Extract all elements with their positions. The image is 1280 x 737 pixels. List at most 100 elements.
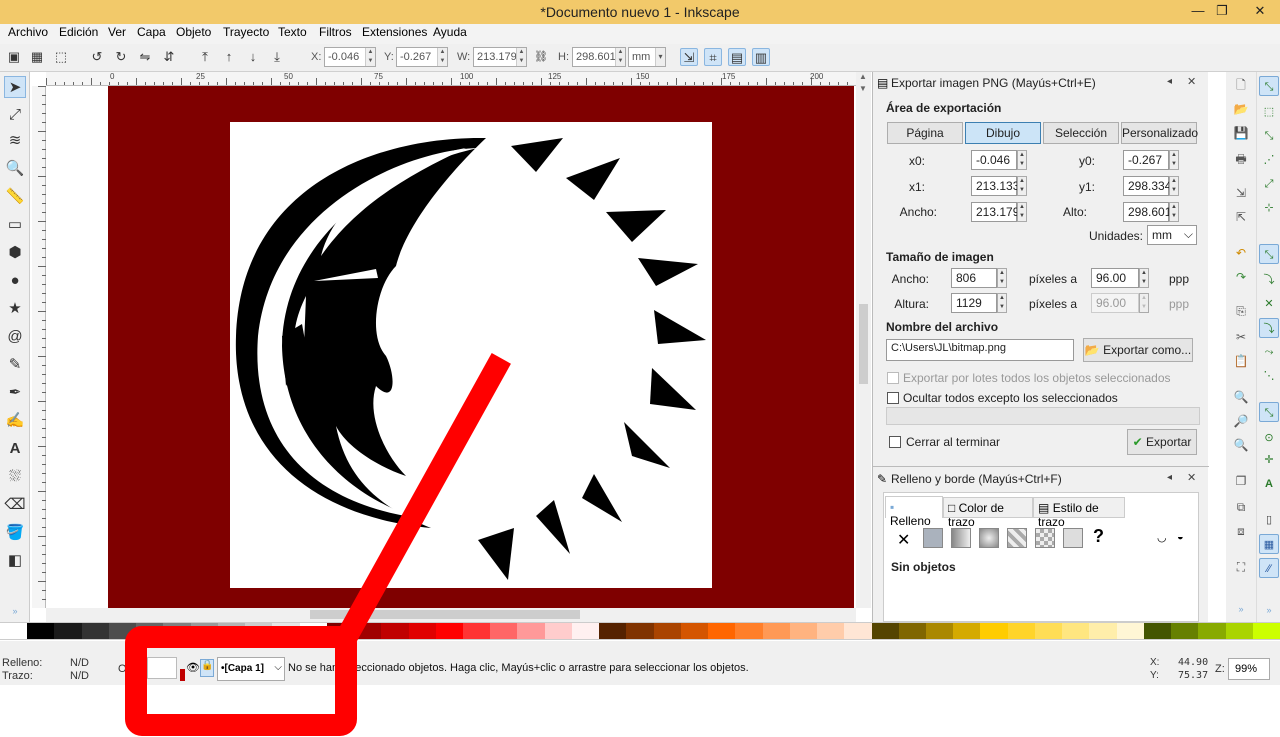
menu-ayuda[interactable]: Ayuda xyxy=(433,25,467,39)
no-paint-icon[interactable]: ✕ xyxy=(897,530,910,550)
scale-corners-icon[interactable]: ⌗ xyxy=(704,48,722,66)
lower-to-bottom-icon[interactable]: ⤓ xyxy=(268,48,286,66)
palette-swatch[interactable] xyxy=(1198,623,1226,639)
palette-swatch[interactable] xyxy=(245,623,273,639)
color-palette[interactable] xyxy=(0,622,1280,640)
mesh-gradient-icon[interactable] xyxy=(1007,528,1027,548)
palette-swatch[interactable] xyxy=(544,623,572,639)
spiral-tool-icon[interactable]: @ xyxy=(4,326,26,348)
palette-swatch[interactable] xyxy=(1116,623,1144,639)
palette-swatch[interactable] xyxy=(571,623,600,639)
area-page-button[interactable]: Página xyxy=(887,122,963,144)
palette-swatch[interactable] xyxy=(680,623,709,639)
radial-gradient-icon[interactable] xyxy=(979,528,999,548)
img-height-input[interactable]: 1129 xyxy=(951,293,997,313)
palette-swatch[interactable] xyxy=(898,623,926,639)
snap-nodes-icon[interactable]: ⤡ xyxy=(1259,244,1279,264)
zoom-page-icon[interactable]: 🔍 xyxy=(1232,436,1250,454)
gradient-tool-icon[interactable]: ◧ xyxy=(4,550,26,572)
palette-swatch[interactable] xyxy=(272,623,300,639)
text-tool-icon[interactable]: A xyxy=(4,438,26,460)
lock-icon[interactable]: 🔒 xyxy=(200,659,214,677)
palette-swatch[interactable] xyxy=(844,623,872,639)
palette-swatch[interactable] xyxy=(735,623,763,639)
x1-spin[interactable]: ▲ ▼ xyxy=(1017,176,1027,196)
snap-bbox-edge-icon[interactable]: ⤡ xyxy=(1259,126,1279,146)
transform-patterns-icon[interactable]: ▥ xyxy=(752,48,770,66)
more-tools-icon[interactable]: » xyxy=(4,600,26,622)
transform-gradients-icon[interactable]: ▤ xyxy=(728,48,746,66)
menu-texto[interactable]: Texto xyxy=(278,25,307,39)
undo-icon[interactable]: ↶ xyxy=(1232,244,1250,262)
menu-edicion[interactable]: Edición xyxy=(59,25,98,39)
lower-icon[interactable]: ↓ xyxy=(244,48,262,66)
y0-spin[interactable]: ▲ ▼ xyxy=(1169,150,1179,170)
palette-swatch[interactable] xyxy=(599,623,627,639)
export-icon[interactable]: ⇱ xyxy=(1232,208,1250,226)
raise-icon[interactable]: ↑ xyxy=(220,48,238,66)
x0-input[interactable]: -0.046 xyxy=(971,150,1017,170)
import-icon[interactable]: ⇲ xyxy=(1232,184,1250,202)
palette-swatch[interactable] xyxy=(1007,623,1035,639)
snap-rotation-center-icon[interactable]: ✛ xyxy=(1259,450,1279,470)
flat-color-icon[interactable] xyxy=(923,528,943,548)
palette-swatch[interactable] xyxy=(871,623,899,639)
palette-swatch[interactable] xyxy=(626,623,654,639)
y0-input[interactable]: -0.267 xyxy=(1123,150,1169,170)
y-input[interactable]: -0.267 ▲ ▼ xyxy=(396,47,448,67)
fill-rule-evenodd-icon[interactable]: ◡ xyxy=(1157,531,1167,544)
calligraphy-tool-icon[interactable]: ✍ xyxy=(4,410,26,432)
snap-center-icon[interactable]: ⊙ xyxy=(1259,428,1279,448)
palette-swatch[interactable] xyxy=(653,623,681,639)
rotate-ccw-icon[interactable]: ↺ xyxy=(88,48,106,66)
snap-bbox-icon[interactable]: ⬚ xyxy=(1259,102,1279,122)
selector-tool-icon[interactable]: ➤ xyxy=(4,76,26,98)
palette-swatch[interactable] xyxy=(1225,623,1253,639)
export-as-button[interactable]: 📂 Exportar como... xyxy=(1083,338,1193,362)
open-icon[interactable]: 📂 xyxy=(1232,100,1250,118)
width-spin[interactable]: ▲ ▼ xyxy=(1017,202,1027,222)
snap-smooth-icon[interactable]: ⤳ xyxy=(1259,342,1279,362)
menu-filtros[interactable]: Filtros xyxy=(319,25,352,39)
area-selection-button[interactable]: Selección xyxy=(1043,122,1119,144)
h-input[interactable]: 298.601 ▲ ▼ xyxy=(572,47,626,67)
flip-horizontal-icon[interactable]: ⇋ xyxy=(136,48,154,66)
area-drawing-button[interactable]: Dibujo xyxy=(965,122,1041,144)
dock-collapse-icon[interactable]: ◂ xyxy=(1167,76,1172,87)
swatch-icon[interactable] xyxy=(1063,528,1083,548)
palette-swatch[interactable] xyxy=(1252,623,1280,639)
fill-dock-collapse-icon[interactable]: ◂ xyxy=(1167,472,1172,483)
fill-dock-close-icon[interactable]: ✕ xyxy=(1187,471,1196,484)
vertical-scrollbar[interactable]: ▲ ▼ xyxy=(856,72,871,608)
close-when-done-checkbox[interactable] xyxy=(889,436,901,448)
close-button[interactable]: ✕ xyxy=(1240,0,1280,22)
rectangle-tool-icon[interactable]: ▭ xyxy=(4,214,26,236)
pencil-tool-icon[interactable]: ✎ xyxy=(4,354,26,376)
tab-stroke-paint[interactable]: □ Color de trazo xyxy=(943,497,1033,529)
palette-swatch[interactable] xyxy=(0,623,28,639)
menu-ver[interactable]: Ver xyxy=(108,25,126,39)
snap-grid-icon[interactable]: ▦ xyxy=(1259,534,1279,554)
img-width-spin[interactable]: ▲ ▼ xyxy=(997,268,1007,288)
unit-select[interactable]: mm ▾ xyxy=(628,47,666,67)
group-icon[interactable]: ⛶ xyxy=(1232,558,1250,576)
palette-swatch[interactable] xyxy=(190,623,218,639)
scroll-up-icon[interactable]: ▲ xyxy=(859,72,867,81)
w-input[interactable]: 213.179 ▲ ▼ xyxy=(473,47,527,67)
maximize-button[interactable]: ❐ xyxy=(1206,0,1238,22)
save-icon[interactable]: 💾 xyxy=(1232,124,1250,142)
more-snap-icon[interactable]: » xyxy=(1259,600,1279,620)
palette-swatch[interactable] xyxy=(762,623,790,639)
palette-swatch[interactable] xyxy=(381,623,409,639)
scroll-down-icon[interactable]: ▼ xyxy=(859,84,867,93)
opacity-input[interactable] xyxy=(147,657,177,679)
palette-swatch[interactable] xyxy=(136,623,164,639)
unset-paint-icon[interactable]: ? xyxy=(1093,526,1104,547)
batch-export-checkbox[interactable] xyxy=(887,372,899,384)
img-height-spin[interactable]: ▲ ▼ xyxy=(997,293,1007,313)
dpi-spin[interactable]: ▲ ▼ xyxy=(1139,268,1149,288)
lock-proportions-icon[interactable]: ⛓ xyxy=(532,48,550,66)
palette-swatch[interactable] xyxy=(354,623,382,639)
select-all-layers-icon[interactable]: ▦ xyxy=(28,48,46,66)
ellipse-tool-icon[interactable]: ● xyxy=(4,270,26,292)
